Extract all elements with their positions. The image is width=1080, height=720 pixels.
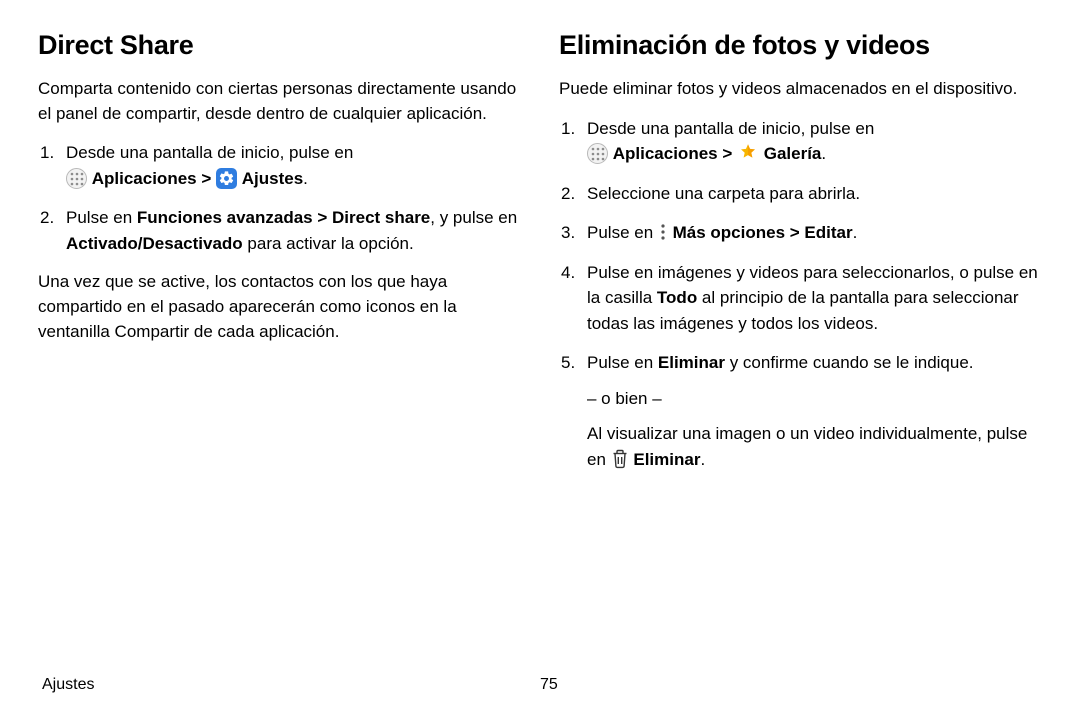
footer-section: Ajustes: [42, 676, 540, 694]
delete-step-3: Pulse en Más opciones > Editar.: [559, 220, 1042, 246]
direct-share-outro: Una vez que se active, los contactos con…: [38, 270, 521, 344]
period: .: [303, 169, 308, 188]
direct-share-intro: Comparta contenido con ciertas personas …: [38, 77, 521, 126]
direct-share-steps: Desde una pantalla de inicio, pulse en A…: [38, 140, 521, 256]
text: Pulse en: [587, 223, 658, 242]
text: y confirme cuando se le indique.: [725, 353, 974, 372]
text: Desde una pantalla de inicio, pulse en: [66, 143, 353, 162]
settings-label: Ajustes: [242, 169, 303, 188]
gt: >: [722, 144, 737, 163]
text: Pulse en: [66, 208, 137, 227]
text: para activar la opción.: [243, 234, 414, 253]
content-columns: Direct Share Comparta contenido con cier…: [38, 30, 1042, 676]
delete-step-5: Pulse en Eliminar y confirme cuando se l…: [559, 350, 1042, 472]
heading-direct-share: Direct Share: [38, 30, 521, 61]
text: Desde una pantalla de inicio, pulse en: [587, 119, 874, 138]
text: Pulse en: [587, 353, 658, 372]
apps-label: Aplicaciones: [613, 144, 718, 163]
gallery-label: Galería: [764, 144, 822, 163]
alt-instruction: Al visualizar una imagen o un video indi…: [587, 421, 1042, 472]
gear-icon: [216, 168, 237, 189]
bold: Activado/Desactivado: [66, 234, 243, 253]
delete-step-1: Desde una pantalla de inicio, pulse en A…: [559, 116, 1042, 167]
bold: Más opciones > Editar: [673, 223, 853, 242]
gallery-icon: [737, 142, 759, 164]
delete-step-2: Seleccione una carpeta para abrirla.: [559, 181, 1042, 207]
gt: >: [201, 169, 216, 188]
apps-label: Aplicaciones: [92, 169, 197, 188]
text: .: [853, 223, 858, 242]
delete-step-4: Pulse en imágenes y videos para seleccio…: [559, 260, 1042, 337]
direct-share-step-2: Pulse en Funciones avanzadas > Direct sh…: [38, 205, 521, 256]
page-footer: Ajustes 75: [38, 676, 1042, 700]
bold: Eliminar: [633, 450, 700, 469]
bold: Todo: [657, 288, 697, 307]
heading-delete-media: Eliminación de fotos y videos: [559, 30, 1042, 61]
more-icon: [658, 222, 668, 242]
apps-icon: [587, 143, 608, 164]
text: .: [700, 450, 705, 469]
bold: Funciones avanzadas > Direct share: [137, 208, 430, 227]
left-column: Direct Share Comparta contenido con cier…: [38, 30, 521, 676]
delete-media-intro: Puede eliminar fotos y videos almacenado…: [559, 77, 1042, 102]
footer-page-number: 75: [540, 676, 558, 694]
apps-icon: [66, 168, 87, 189]
or-divider: – o bien –: [587, 386, 1042, 412]
text: , y pulse en: [430, 208, 517, 227]
bold: Eliminar: [658, 353, 725, 372]
trash-icon: [611, 449, 629, 469]
right-column: Eliminación de fotos y videos Puede elim…: [559, 30, 1042, 676]
delete-media-steps: Desde una pantalla de inicio, pulse en A…: [559, 116, 1042, 473]
direct-share-step-1: Desde una pantalla de inicio, pulse en A…: [38, 140, 521, 191]
period: .: [821, 144, 826, 163]
